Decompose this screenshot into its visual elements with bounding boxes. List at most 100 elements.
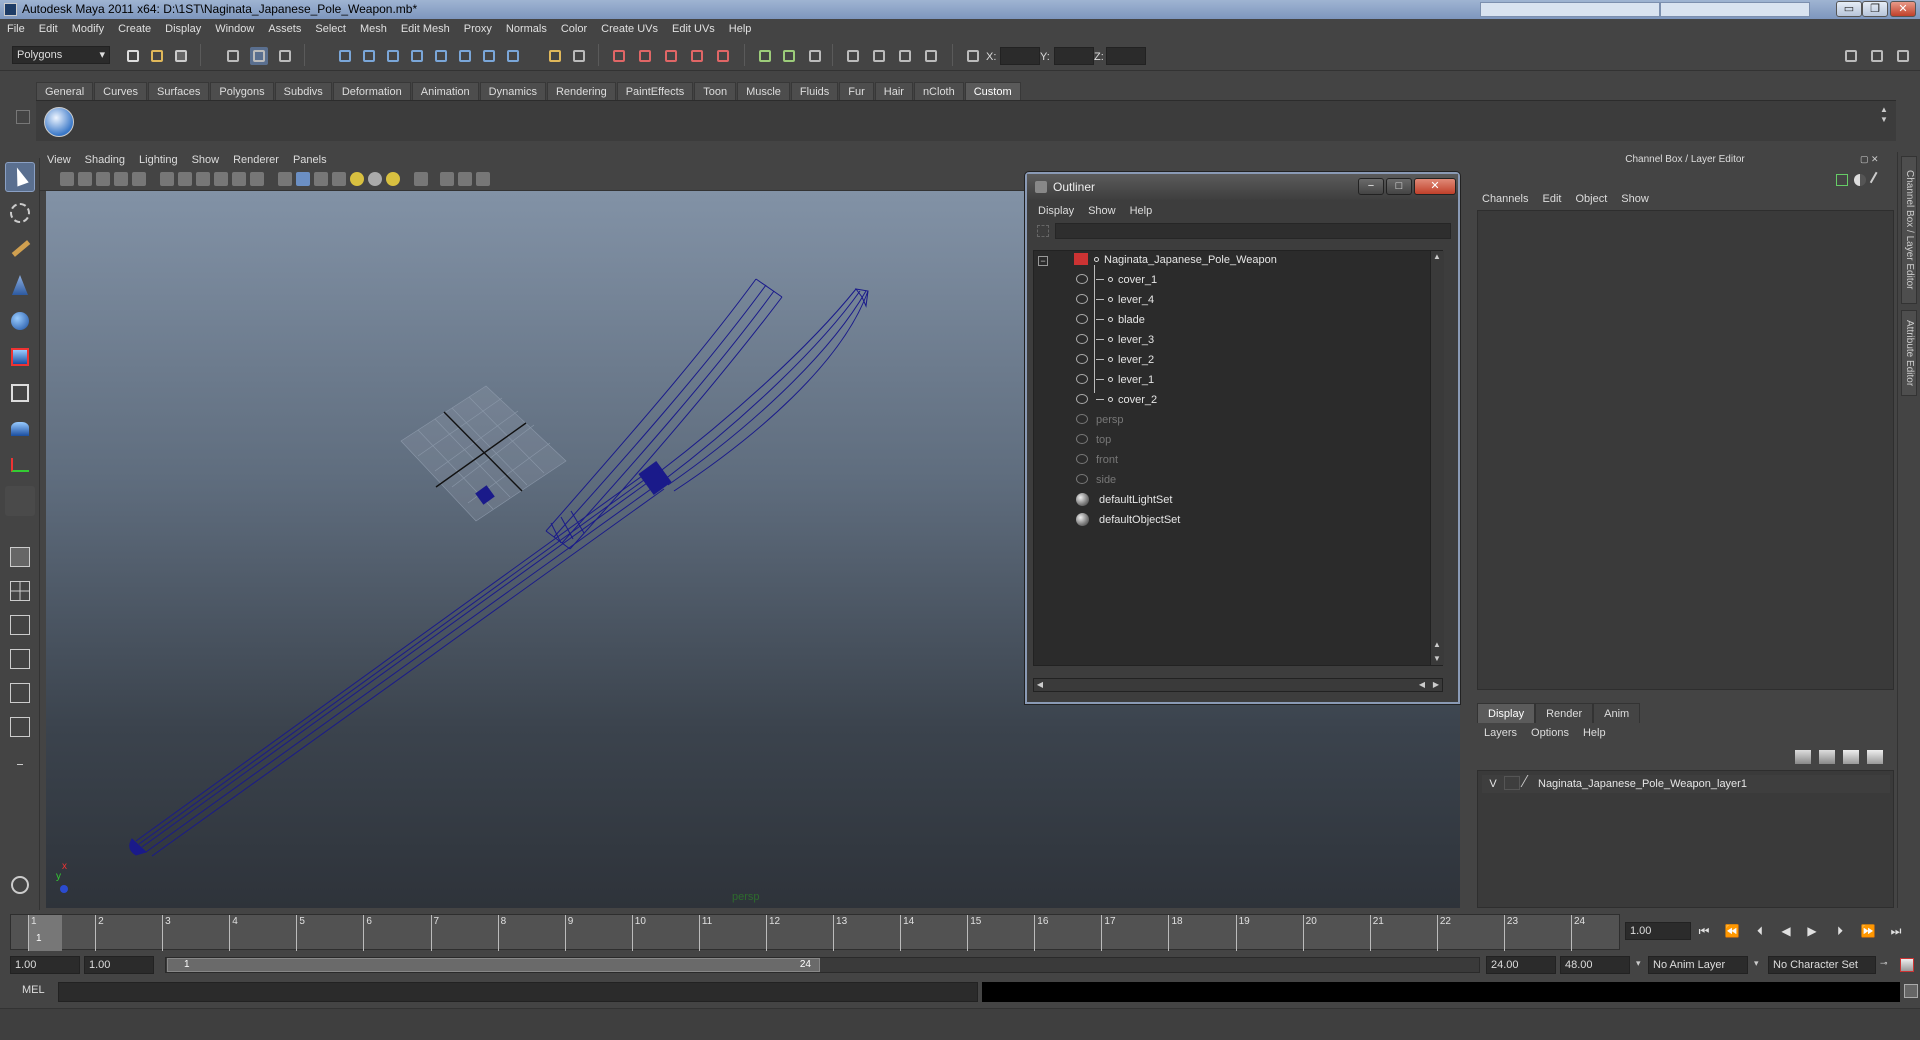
outliner-item-top[interactable]: top	[1076, 431, 1111, 449]
current-time-field[interactable]: 1.00	[1625, 922, 1691, 940]
select-component-icon[interactable]	[276, 47, 294, 65]
select-tool-icon[interactable]	[5, 162, 35, 192]
pick-deformations-icon[interactable]	[432, 47, 450, 65]
chevron-down-icon[interactable]: ▾	[1636, 958, 1641, 969]
shelf-tab-ncloth[interactable]: nCloth	[913, 82, 964, 100]
channel-box-menu-object[interactable]: Object	[1568, 190, 1614, 208]
textured-icon[interactable]	[332, 172, 346, 186]
new-scene-icon[interactable]	[124, 47, 142, 65]
menu-normals[interactable]: Normals	[499, 19, 554, 39]
collapse-icon[interactable]: −	[1038, 256, 1048, 266]
outliner-item-persp[interactable]: persp	[1076, 411, 1124, 429]
layer-tab-render[interactable]: Render	[1535, 703, 1594, 723]
attribute-editor-toggle-icon[interactable]	[1842, 47, 1860, 65]
menu-assets[interactable]: Assets	[261, 19, 308, 39]
side-tab-channel-box[interactable]: Channel Box / Layer Editor	[1901, 156, 1917, 304]
safe-title-icon[interactable]	[250, 172, 264, 186]
shelf-tab-toon[interactable]: Toon	[694, 82, 737, 100]
range-slider-handle[interactable]: 1 24	[167, 958, 820, 972]
layout-persp-outliner-icon[interactable]	[5, 712, 35, 742]
xray-joints-icon[interactable]	[458, 172, 472, 186]
shelf-tab-fur[interactable]: Fur	[839, 82, 874, 100]
pick-joints-icon[interactable]	[360, 47, 378, 65]
chevron-down-icon[interactable]: ▾	[1754, 958, 1759, 969]
side-tab-attribute-editor[interactable]: Attribute Editor	[1901, 310, 1917, 396]
command-language-label[interactable]: MEL	[22, 984, 45, 996]
layout-single-icon[interactable]	[5, 542, 35, 572]
outliner-menu-show[interactable]: Show	[1081, 202, 1123, 220]
input-ops-icon[interactable]	[756, 47, 774, 65]
command-input[interactable]	[58, 982, 978, 1002]
bookmarks-icon[interactable]	[96, 172, 110, 186]
outliner-menu-display[interactable]: Display	[1031, 202, 1081, 220]
use-all-lights-icon[interactable]	[350, 172, 364, 186]
transform-mode-icon[interactable]	[964, 47, 982, 65]
step-forward-key-icon[interactable]: ⏩	[1860, 923, 1876, 939]
channel-box-toggle-icon[interactable]	[1894, 47, 1912, 65]
menu-window[interactable]: Window	[208, 19, 261, 39]
outliner-item-default-object-set[interactable]: defaultObjectSet	[1076, 511, 1180, 529]
shelf-tab-subdivs[interactable]: Subdivs	[274, 82, 332, 100]
pick-surfaces-icon[interactable]	[408, 47, 426, 65]
layer-tab-display[interactable]: Display	[1477, 703, 1536, 723]
scroll-left-icon[interactable]: ◀	[1416, 679, 1428, 691]
viewport-menu-show[interactable]: Show	[185, 152, 227, 169]
menu-help[interactable]: Help	[722, 19, 759, 39]
layer-visibility-toggle[interactable]: V	[1482, 775, 1504, 793]
slow-fast-icon[interactable]	[1854, 174, 1866, 186]
pick-dynamics-icon[interactable]	[456, 47, 474, 65]
shelf-tab-animation[interactable]: Animation	[411, 82, 479, 100]
viewport-menu-view[interactable]: View	[40, 152, 78, 169]
new-empty-layer-icon[interactable]	[1843, 750, 1859, 764]
shelf-tab-rendering[interactable]: Rendering	[546, 82, 616, 100]
menu-edit-mesh[interactable]: Edit Mesh	[394, 19, 457, 39]
field-chart-icon[interactable]	[214, 172, 228, 186]
layer-tab-anim[interactable]: Anim	[1593, 703, 1641, 723]
output-ops-icon[interactable]	[780, 47, 798, 65]
outliner-item-lever-2[interactable]: lever_2	[1076, 351, 1154, 369]
safe-action-icon[interactable]	[232, 172, 246, 186]
outliner-item-lever-3[interactable]: lever_3	[1076, 331, 1154, 349]
pick-misc-icon[interactable]	[504, 47, 522, 65]
shelf-tab-deformation[interactable]: Deformation	[332, 82, 411, 100]
layer-menu-help[interactable]: Help	[1576, 724, 1613, 742]
menu-proxy[interactable]: Proxy	[457, 19, 499, 39]
camera-attributes-icon[interactable]	[78, 172, 92, 186]
outliner-menu-help[interactable]: Help	[1123, 202, 1160, 220]
shelf-tab-general[interactable]: General	[36, 82, 94, 100]
open-scene-icon[interactable]	[148, 47, 166, 65]
layer-menu-layers[interactable]: Layers	[1477, 724, 1524, 742]
scroll-left-icon[interactable]: ◀	[1034, 679, 1046, 691]
universal-manipulator-icon[interactable]	[5, 378, 35, 408]
shelf-tab-hair[interactable]: Hair	[874, 82, 913, 100]
outliner-item-lever-1[interactable]: lever_1	[1076, 371, 1154, 389]
go-to-end-icon[interactable]: ⏭	[1888, 923, 1904, 939]
resolution-gate-icon[interactable]	[178, 172, 192, 186]
play-backwards-icon[interactable]: ◀	[1778, 923, 1794, 939]
select-object-icon[interactable]	[250, 47, 268, 65]
make-live-icon[interactable]	[714, 47, 732, 65]
menu-modify[interactable]: Modify	[65, 19, 111, 39]
snap-grid-icon[interactable]	[610, 47, 628, 65]
layer-playback-toggle[interactable]	[1504, 776, 1520, 790]
scroll-down-icon[interactable]: ▼	[1431, 653, 1443, 665]
step-forward-frame-icon[interactable]: ⏵	[1832, 923, 1848, 939]
layer-menu-options[interactable]: Options	[1524, 724, 1576, 742]
step-back-key-icon[interactable]: ⏪	[1724, 923, 1740, 939]
tool-settings-toggle-icon[interactable]	[1868, 47, 1886, 65]
y-coordinate-field[interactable]	[1054, 47, 1094, 65]
menu-color[interactable]: Color	[554, 19, 594, 39]
layer-color-swatch[interactable]	[1520, 775, 1538, 787]
outliner-item-lever-4[interactable]: lever_4	[1076, 291, 1154, 309]
isolate-select-icon[interactable]	[414, 172, 428, 186]
playback-start-field[interactable]: 1.00	[84, 956, 154, 974]
layer-row[interactable]: V Naginata_Japanese_Pole_Weapon_layer1	[1482, 775, 1890, 793]
menu-display[interactable]: Display	[158, 19, 208, 39]
channel-box-menu-channels[interactable]: Channels	[1475, 190, 1535, 208]
menu-edit[interactable]: Edit	[32, 19, 65, 39]
outliner-vertical-scrollbar[interactable]: ▲ ▲ ▼	[1430, 251, 1444, 665]
titlebar-search-field-2[interactable]	[1660, 2, 1810, 17]
menu-edit-uvs[interactable]: Edit UVs	[665, 19, 722, 39]
panel-float-close-icons[interactable]: ▢ ✕	[1860, 154, 1890, 166]
xray-icon[interactable]	[440, 172, 454, 186]
